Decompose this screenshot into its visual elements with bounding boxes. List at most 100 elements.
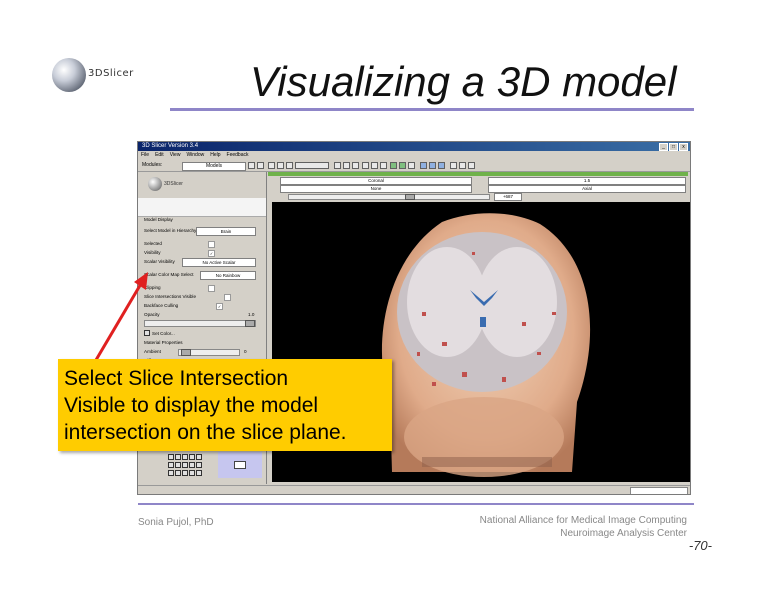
nav-icon-6[interactable] <box>168 462 174 468</box>
nav-icon-9[interactable] <box>189 462 195 468</box>
nav-icon-1[interactable] <box>168 454 174 460</box>
viewer-navigator-tile[interactable] <box>218 452 262 478</box>
select-model-field[interactable]: Brain <box>196 227 256 236</box>
maximize-button[interactable]: □ <box>669 143 678 151</box>
data-icon[interactable] <box>277 162 284 169</box>
layout-icon[interactable] <box>334 162 341 169</box>
module-select[interactable]: Models <box>182 162 246 171</box>
menu-view[interactable]: View <box>170 151 181 159</box>
search-field[interactable] <box>295 162 329 169</box>
right-hemisphere <box>477 247 557 357</box>
opacity-value: 1.0 <box>248 312 255 317</box>
transform-icon[interactable] <box>380 162 387 169</box>
nav-icon-2[interactable] <box>175 454 181 460</box>
slice-view-select[interactable]: Axial <box>488 185 686 193</box>
menu-edit[interactable]: Edit <box>155 151 164 159</box>
callout-text: Select Slice Intersection Visible to dis… <box>64 365 390 446</box>
fourup-layout-icon[interactable] <box>399 162 406 169</box>
pick-icon[interactable] <box>450 162 457 169</box>
clipping-checkbox[interactable] <box>208 285 215 292</box>
place-icon[interactable] <box>459 162 466 169</box>
model-display-header[interactable]: Model Display <box>144 217 173 222</box>
volumes-icon[interactable] <box>286 162 293 169</box>
undo-icon[interactable] <box>362 162 369 169</box>
nav-icon-10[interactable] <box>196 462 202 468</box>
visibility-checkbox[interactable]: ✓ <box>208 250 215 257</box>
window-titlebar: 3D Slicer Version 3.4 _ □ x <box>138 142 690 151</box>
ambient-slider-thumb[interactable] <box>181 349 191 356</box>
red-arrow-icon <box>94 272 148 361</box>
panel-help-area <box>138 198 266 217</box>
callout-line-1: Select Slice Intersection <box>64 367 289 390</box>
third-ventricle <box>480 317 486 327</box>
selected-checkbox[interactable] <box>208 241 215 248</box>
opacity-slider-thumb[interactable] <box>245 320 255 327</box>
load-icon[interactable] <box>352 162 359 169</box>
menu-help[interactable]: Help <box>210 151 220 159</box>
nav-icon-4[interactable] <box>189 454 195 460</box>
navigator-viewport-box <box>234 461 246 469</box>
callout-box: Select Slice Intersection Visible to dis… <box>58 359 392 451</box>
menu-bar: File Edit View Window Help Feedback <box>138 151 690 159</box>
status-bar <box>138 485 690 494</box>
title-divider <box>170 108 694 111</box>
menu-feedback[interactable]: Feedback <box>227 151 249 159</box>
slide-title: Visualizing a 3D model <box>250 58 677 105</box>
menu-file[interactable]: File <box>141 151 149 159</box>
redo-icon[interactable] <box>371 162 378 169</box>
lightbox-icon[interactable] <box>438 162 445 169</box>
selected-label: Selected <box>144 241 162 246</box>
slice-controller-bar <box>268 172 688 176</box>
back-icon[interactable] <box>248 162 255 169</box>
select-model-label: Select Model in Hierarchy <box>144 228 197 233</box>
nav-icon-15[interactable] <box>196 470 202 476</box>
forward-icon[interactable] <box>257 162 264 169</box>
modules-label: Modules: <box>142 162 163 168</box>
view-icon[interactable] <box>468 162 475 169</box>
slicer-logo: 3DSlicer <box>52 58 142 98</box>
nav-icon-8[interactable] <box>182 462 188 468</box>
save-icon[interactable] <box>343 162 350 169</box>
nav-icon-11[interactable] <box>168 470 174 476</box>
home-icon[interactable] <box>268 162 275 169</box>
slice-spacing-select[interactable]: 1.5 <box>488 177 686 185</box>
color-map-field[interactable]: No Rainbow <box>200 271 256 280</box>
page-number: -70- <box>688 538 712 553</box>
callout-line-3: intersection on the slice plane. <box>64 421 347 444</box>
nav-icon-13[interactable] <box>182 470 188 476</box>
slice-offset-value[interactable]: +687 <box>494 193 522 201</box>
window-title: 3D Slicer Version 3.4 <box>142 143 199 149</box>
callout-line-2: Visible to display the model <box>64 394 319 417</box>
status-progress-field <box>630 487 688 494</box>
nav-icon-3[interactable] <box>182 454 188 460</box>
organization-line-1: National Alliance for Medical Image Comp… <box>479 515 687 526</box>
nav-icon-7[interactable] <box>175 462 181 468</box>
ambient-value: 0 <box>244 349 247 354</box>
nav-icon-12[interactable] <box>175 470 181 476</box>
ambient-slider[interactable] <box>178 349 240 356</box>
nav-icon-14[interactable] <box>189 470 195 476</box>
nav-icon-5[interactable] <box>196 454 202 460</box>
slice-layout-icon[interactable] <box>420 162 427 169</box>
threed-layout-icon[interactable] <box>408 162 415 169</box>
panel-logo-icon <box>148 177 162 191</box>
slice-offset-thumb[interactable] <box>405 194 415 200</box>
panel-logo-text: 3DSlicer <box>164 181 183 187</box>
conventional-layout-icon[interactable] <box>390 162 397 169</box>
neck-shadow <box>422 457 552 467</box>
author: Sonia Pujol, PhD <box>138 517 214 528</box>
minimize-button[interactable]: _ <box>659 143 668 151</box>
menu-window[interactable]: Window <box>186 151 204 159</box>
slice-intersections-checkbox[interactable] <box>224 294 231 301</box>
compare-layout-icon[interactable] <box>429 162 436 169</box>
active-scalar-field[interactable]: No Active Scalar <box>182 258 256 267</box>
backface-culling-checkbox[interactable]: ✓ <box>216 303 223 310</box>
scalar-visibility-label: Scalar Visibility <box>144 259 175 264</box>
slice-offset-slider[interactable] <box>288 194 490 200</box>
opacity-slider[interactable] <box>144 320 256 327</box>
slice-orientation-select[interactable]: Coronal <box>280 177 472 185</box>
slice-fg-select[interactable]: None <box>280 185 472 193</box>
close-button[interactable]: x <box>679 143 688 151</box>
left-hemisphere <box>407 247 487 357</box>
footer-divider <box>138 503 694 505</box>
